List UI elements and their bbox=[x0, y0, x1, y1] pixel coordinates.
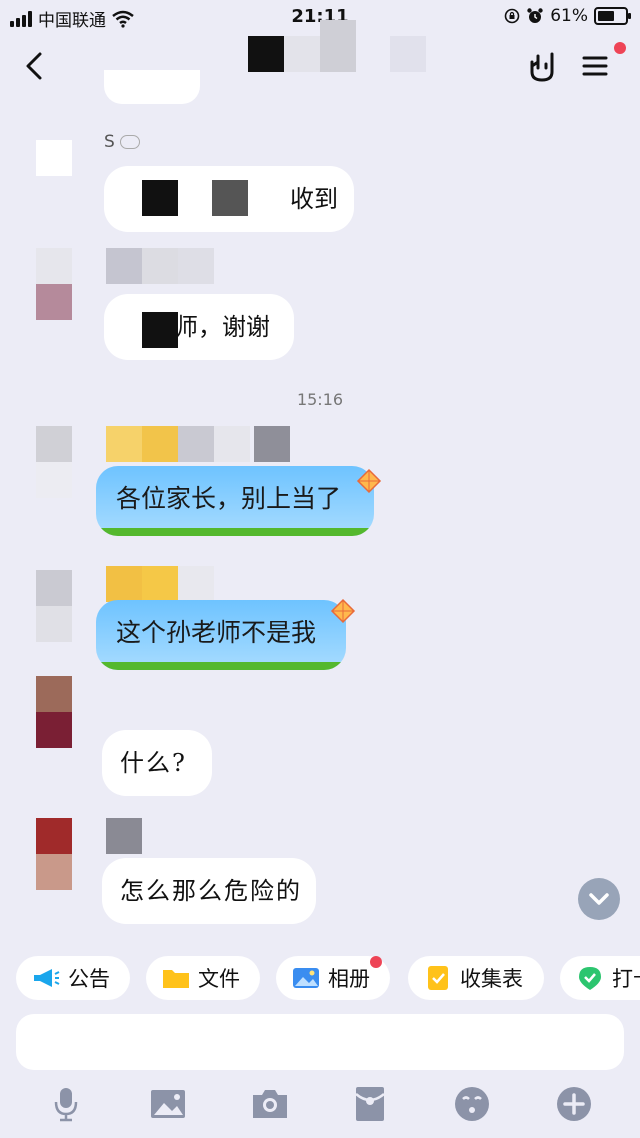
cloud-badge-icon bbox=[120, 135, 141, 149]
quick-action-bar[interactable]: 公告 文件 相册 收集表 打卡 bbox=[0, 946, 640, 1010]
battery-percent: 61% bbox=[550, 6, 588, 26]
redacted-block bbox=[142, 312, 178, 348]
redacted-block bbox=[212, 180, 248, 216]
files-button[interactable]: 文件 bbox=[146, 956, 260, 1000]
grass-decoration bbox=[96, 528, 374, 536]
megaphone-icon bbox=[34, 969, 60, 987]
avatar[interactable] bbox=[36, 426, 72, 498]
red-packet-icon[interactable] bbox=[350, 1084, 390, 1124]
message-text: 什么? bbox=[120, 749, 187, 777]
grass-decoration bbox=[96, 662, 346, 670]
sender-name-redacted bbox=[106, 566, 214, 602]
message-bubble-partial[interactable] bbox=[104, 70, 200, 104]
quick-action-label: 公告 bbox=[68, 967, 110, 991]
message-text: 各位家长，别上当了 bbox=[116, 484, 342, 513]
emoji-icon[interactable] bbox=[452, 1084, 492, 1124]
message-bubble-themed[interactable]: 这个孙老师不是我 bbox=[96, 600, 346, 670]
quick-action-label: 相册 bbox=[328, 967, 370, 991]
rock-hand-icon[interactable] bbox=[524, 48, 560, 84]
message-bubble[interactable]: 收到 bbox=[104, 166, 354, 232]
timestamp-separator: 15:16 bbox=[296, 390, 344, 409]
checkin-button[interactable]: 打卡 bbox=[560, 956, 640, 1000]
quick-action-label: 收集表 bbox=[460, 967, 523, 991]
sender-name-redacted bbox=[106, 426, 290, 462]
avatar[interactable] bbox=[36, 248, 72, 320]
back-chevron-icon[interactable] bbox=[18, 48, 54, 84]
collection-form-button[interactable]: 收集表 bbox=[408, 956, 544, 1000]
sender-name: S bbox=[104, 132, 141, 152]
photo-album-icon bbox=[293, 968, 319, 988]
message-bubble[interactable]: 怎么那么危险的 bbox=[102, 858, 316, 924]
message-list[interactable]: S 收到 老师，谢谢 15:16 各位家长，别上当了 这个孙老师不是我 什么? … bbox=[0, 70, 640, 946]
scroll-to-bottom-button[interactable] bbox=[578, 878, 620, 920]
orientation-lock-icon bbox=[504, 8, 520, 24]
chat-header bbox=[0, 20, 640, 96]
battery-icon bbox=[594, 7, 631, 25]
hamburger-menu-icon[interactable] bbox=[578, 48, 614, 84]
message-bubble[interactable]: 什么? bbox=[102, 730, 212, 796]
checkin-icon bbox=[579, 967, 601, 990]
quick-action-label: 打卡 bbox=[612, 967, 640, 991]
group-title-redacted bbox=[248, 20, 428, 76]
kite-icon bbox=[356, 468, 382, 494]
avatar[interactable] bbox=[36, 676, 72, 748]
redacted-block bbox=[142, 180, 178, 216]
folder-icon bbox=[163, 970, 189, 988]
message-input[interactable] bbox=[16, 1014, 624, 1070]
form-icon bbox=[428, 966, 448, 990]
chevron-down-icon bbox=[589, 893, 609, 905]
avatar[interactable] bbox=[36, 140, 72, 212]
avatar[interactable] bbox=[36, 570, 72, 642]
microphone-icon[interactable] bbox=[46, 1084, 86, 1124]
message-text: 怎么那么危险的 bbox=[120, 877, 302, 905]
avatar[interactable] bbox=[36, 818, 72, 890]
image-icon[interactable] bbox=[148, 1084, 188, 1124]
sender-name-redacted bbox=[106, 818, 142, 854]
menu-badge bbox=[614, 42, 626, 54]
message-text: 这个孙老师不是我 bbox=[116, 618, 317, 647]
message-text: 收到 bbox=[290, 185, 338, 213]
quick-action-label: 文件 bbox=[198, 967, 240, 991]
composer-toolbar bbox=[0, 1076, 640, 1138]
album-badge bbox=[370, 956, 382, 968]
plus-icon[interactable] bbox=[554, 1084, 594, 1124]
status-right: 61% bbox=[504, 6, 631, 26]
camera-icon[interactable] bbox=[250, 1084, 290, 1124]
sender-name-redacted bbox=[106, 248, 214, 284]
message-bubble[interactable]: 老师，谢谢 bbox=[104, 294, 294, 360]
message-bubble-themed[interactable]: 各位家长，别上当了 bbox=[96, 466, 374, 536]
announcement-button[interactable]: 公告 bbox=[16, 956, 130, 1000]
kite-icon bbox=[330, 598, 356, 624]
alarm-icon bbox=[527, 8, 543, 23]
